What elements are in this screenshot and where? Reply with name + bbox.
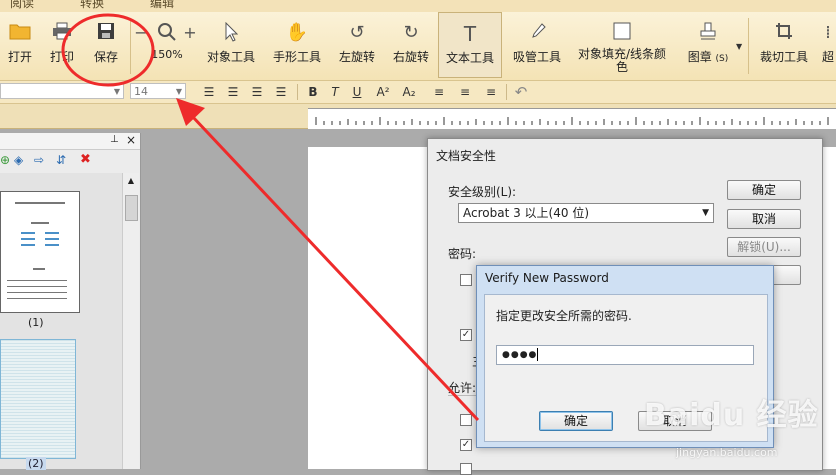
pointer-arrow-line	[190, 114, 480, 422]
watermark-brand: Baidu 经验	[644, 398, 819, 433]
watermark-url: jingyan.baidu.com	[676, 446, 778, 459]
pointer-arrow-head	[176, 98, 205, 126]
watermark: Baidu 经验 jingyan.baidu.com	[640, 390, 836, 469]
highlight-circle	[61, 13, 155, 87]
